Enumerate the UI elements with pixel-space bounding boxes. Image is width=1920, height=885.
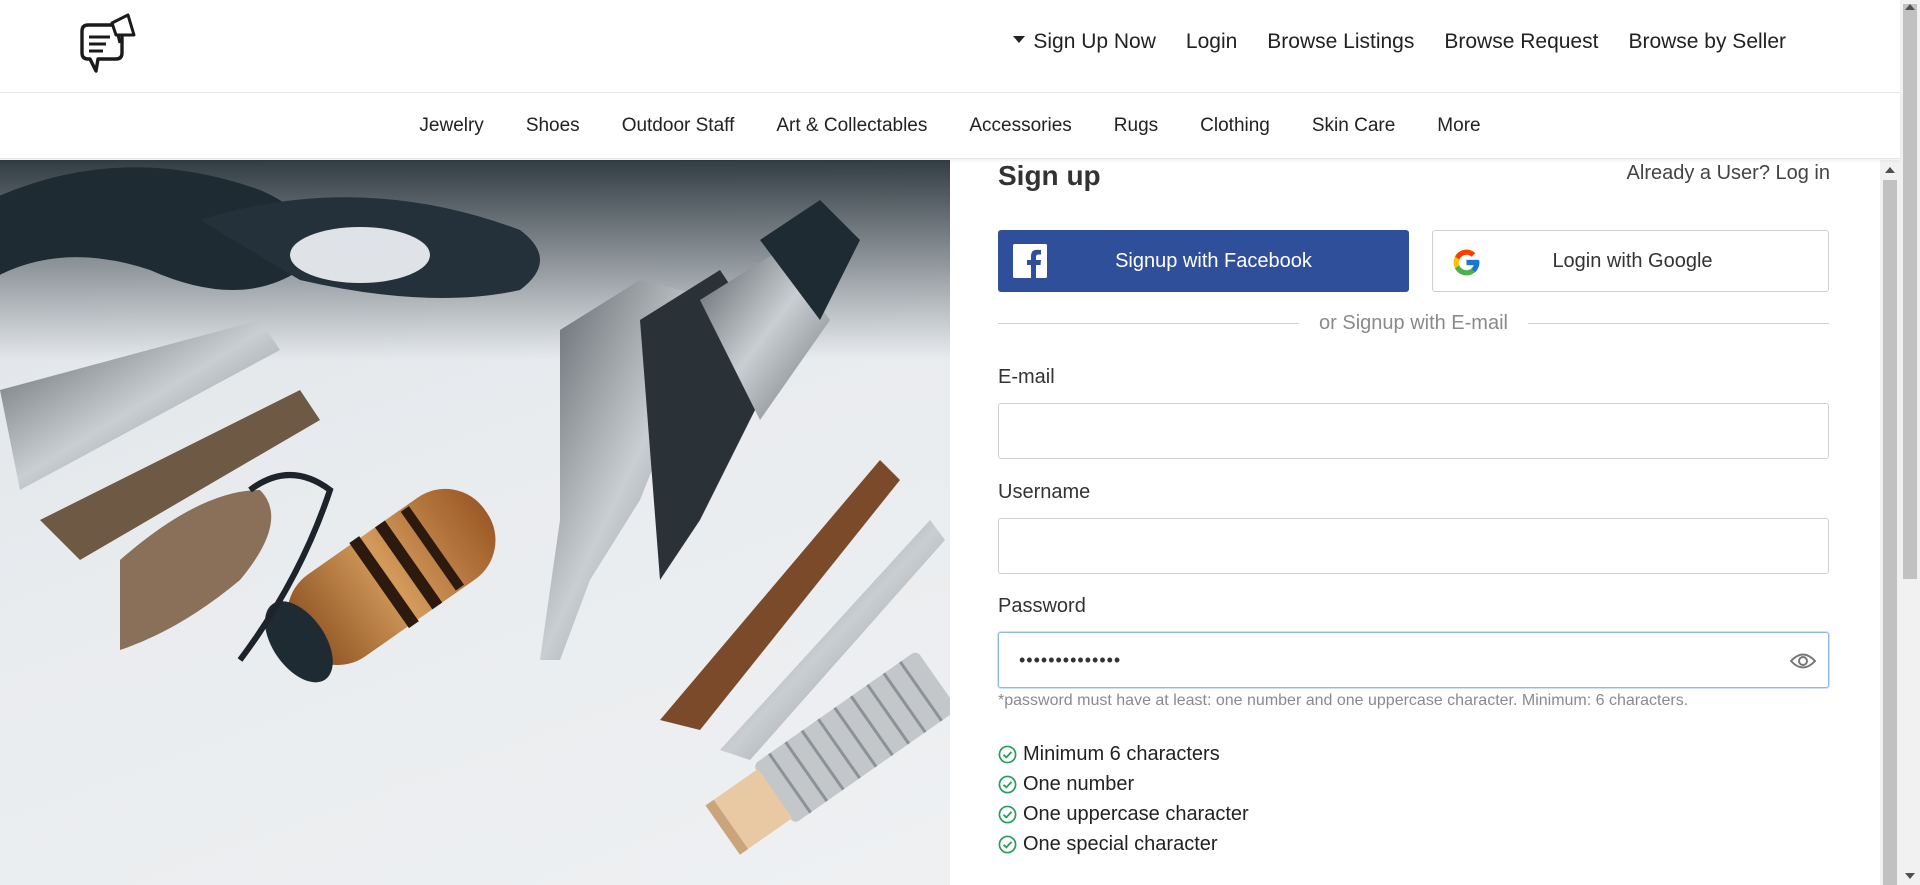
requirement-text: One uppercase character — [1023, 802, 1249, 825]
login-link[interactable]: Login — [1186, 30, 1237, 54]
page-scroll-up-icon[interactable] — [1905, 4, 1915, 10]
requirement-item: One special character — [998, 829, 1249, 859]
requirement-text: One special character — [1023, 832, 1218, 855]
check-circle-icon — [998, 835, 1017, 853]
check-circle-icon — [998, 745, 1017, 763]
category-rugs[interactable]: Rugs — [1114, 115, 1158, 137]
signup-now-label: Sign Up Now — [1033, 30, 1156, 53]
password-value: •••••••••••••• — [1019, 649, 1122, 670]
category-art-collectables[interactable]: Art & Collectables — [776, 115, 927, 137]
check-circle-icon — [998, 805, 1017, 823]
browse-by-seller-link[interactable]: Browse by Seller — [1628, 30, 1786, 54]
category-skin-care[interactable]: Skin Care — [1312, 115, 1395, 137]
login-google-label: Login with Google — [1552, 249, 1713, 272]
requirement-item: Minimum 6 characters — [998, 739, 1249, 769]
google-icon — [1453, 249, 1480, 276]
requirement-text: One number — [1023, 772, 1135, 795]
craft-tools-image — [0, 160, 950, 885]
logo-icon[interactable] — [76, 13, 138, 79]
site-header: Sign Up Now Login Browse Listings Browse… — [0, 0, 1900, 93]
category-more[interactable]: More — [1437, 115, 1480, 137]
signup-facebook-button[interactable]: Signup with Facebook — [998, 230, 1409, 292]
tools-illustration — [0, 160, 950, 855]
signup-now-link[interactable]: Sign Up Now — [1013, 30, 1156, 54]
password-field[interactable]: •••••••••••••• — [998, 632, 1829, 688]
category-clothing[interactable]: Clothing — [1200, 115, 1270, 137]
caret-down-icon — [1013, 35, 1026, 43]
or-divider: or Signup with E-mail — [998, 308, 1829, 338]
check-circle-icon — [998, 775, 1017, 793]
category-shoes[interactable]: Shoes — [526, 115, 580, 137]
divider-line-left — [998, 322, 1300, 324]
divider-text: or Signup with E-mail — [1319, 311, 1508, 334]
category-outdoor-staff[interactable]: Outdoor Staff — [622, 115, 735, 137]
requirement-item: One uppercase character — [998, 799, 1249, 829]
eye-icon[interactable] — [1790, 652, 1816, 670]
signup-title: Sign up — [998, 160, 1101, 191]
category-bar: Jewelry Shoes Outdoor Staff Art & Collec… — [0, 93, 1900, 159]
password-label: Password — [998, 595, 1086, 617]
browse-listings-link[interactable]: Browse Listings — [1267, 30, 1414, 54]
signup-facebook-label: Signup with Facebook — [1115, 249, 1312, 272]
email-label: E-mail — [998, 366, 1055, 388]
top-navigation: Sign Up Now Login Browse Listings Browse… — [1013, 30, 1786, 54]
page-scroll-down-icon[interactable] — [1905, 873, 1915, 879]
browse-request-link[interactable]: Browse Request — [1444, 30, 1598, 54]
password-requirements: Minimum 6 characters One number One uppe… — [998, 739, 1249, 859]
panel-scrollbar-thumb[interactable] — [1883, 180, 1897, 885]
category-accessories[interactable]: Accessories — [969, 115, 1071, 137]
username-field[interactable] — [998, 518, 1829, 574]
username-label: Username — [998, 481, 1091, 503]
requirement-text: Minimum 6 characters — [1023, 742, 1220, 765]
already-user-login-link[interactable]: Already a User? Log in — [1627, 162, 1830, 185]
requirement-item: One number — [998, 769, 1249, 799]
password-hint: *password must have at least: one number… — [998, 692, 1689, 709]
email-field[interactable] — [998, 403, 1829, 459]
facebook-icon — [1013, 244, 1047, 278]
panel-scroll-up-icon[interactable] — [1885, 167, 1895, 173]
category-jewelry[interactable]: Jewelry — [419, 115, 483, 137]
login-google-button[interactable]: Login with Google — [1432, 230, 1829, 292]
divider-line-right — [1527, 322, 1829, 324]
page-scrollbar-thumb[interactable] — [1903, 4, 1917, 579]
